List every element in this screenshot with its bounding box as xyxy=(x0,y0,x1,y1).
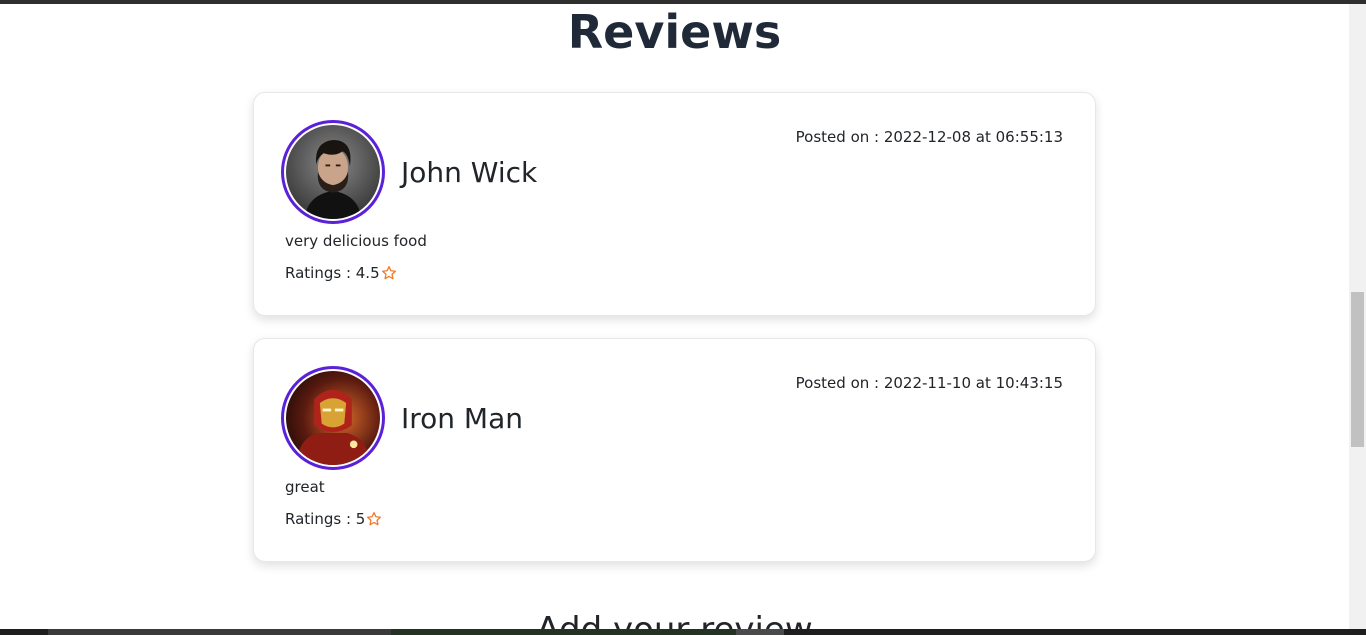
reviewer-name: Iron Man xyxy=(401,402,523,435)
posted-date: Posted on : 2022-11-10 at 10:43:15 xyxy=(795,374,1063,392)
posted-date: Posted on : 2022-12-08 at 06:55:13 xyxy=(795,128,1063,146)
scrollbar-thumb[interactable] xyxy=(1351,292,1364,447)
review-card: John Wick Posted on : 2022-12-08 at 06:5… xyxy=(253,92,1096,316)
avatar xyxy=(281,366,385,470)
review-comment: great xyxy=(285,478,325,496)
star-icon xyxy=(381,265,397,281)
avatar xyxy=(281,120,385,224)
review-card: Iron Man Posted on : 2022-11-10 at 10:43… xyxy=(253,338,1096,562)
taskbar-item[interactable] xyxy=(48,629,391,635)
reviewer-name: John Wick xyxy=(401,156,538,189)
star-icon xyxy=(366,511,382,527)
iron-man-portrait-icon xyxy=(286,371,380,465)
reviews-title: Reviews xyxy=(567,5,782,59)
ratings-text: Ratings : 5 xyxy=(285,510,366,528)
review-ratings: Ratings : 4.5 xyxy=(285,264,397,282)
taskbar-item[interactable] xyxy=(391,629,736,635)
ratings-text: Ratings : 4.5 xyxy=(285,264,380,282)
john-wick-portrait-icon xyxy=(286,125,380,219)
taskbar-item[interactable] xyxy=(736,629,784,635)
review-comment: very delicious food xyxy=(285,232,427,250)
page: Reviews John Wick Posted on: 2022-12-08… xyxy=(0,0,1349,635)
review-ratings: Ratings : 5 xyxy=(285,510,382,528)
